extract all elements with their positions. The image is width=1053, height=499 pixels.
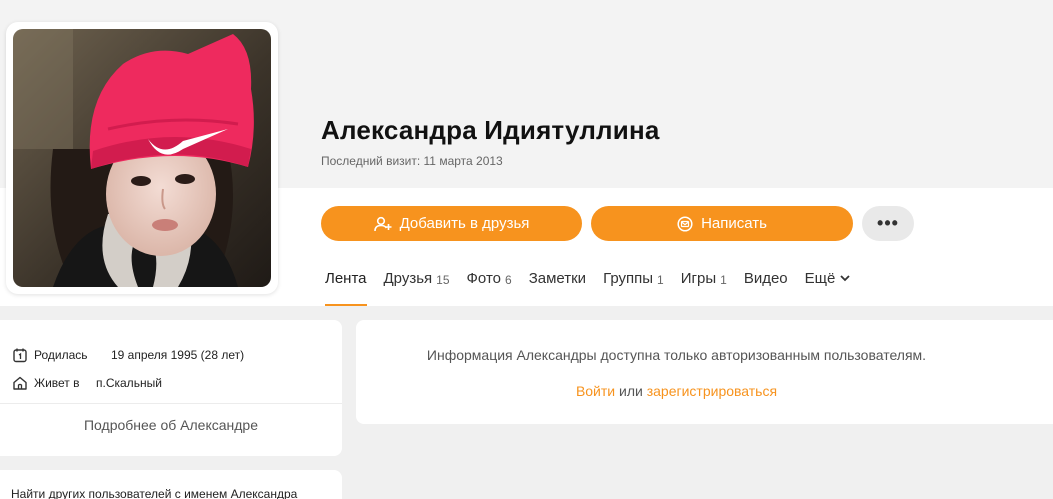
register-link[interactable]: зарегистрироваться bbox=[647, 383, 777, 399]
tab-video[interactable]: Видео bbox=[744, 270, 788, 306]
more-about-link[interactable]: Подробнее об Александре bbox=[0, 417, 342, 433]
tab-games[interactable]: Игры 1 bbox=[681, 270, 727, 306]
tab-count: 1 bbox=[720, 273, 727, 287]
calendar-icon bbox=[13, 348, 27, 363]
location-label: Живет в bbox=[34, 376, 80, 390]
write-message-button[interactable]: Написать bbox=[591, 206, 853, 241]
tab-count: 6 bbox=[505, 273, 512, 287]
add-friend-button[interactable]: Добавить в друзья bbox=[321, 206, 582, 241]
tab-notes[interactable]: Заметки bbox=[529, 270, 586, 306]
last-visit: Последний визит: 11 марта 2013 bbox=[321, 154, 503, 168]
avatar-card bbox=[6, 22, 278, 294]
tab-photos[interactable]: Фото 6 bbox=[467, 270, 512, 306]
home-icon bbox=[13, 376, 27, 390]
chevron-down-icon bbox=[840, 275, 850, 282]
auth-notice-card: Информация Александры доступна только ав… bbox=[356, 320, 1053, 424]
auth-links: Войти или зарегистрироваться bbox=[356, 383, 997, 399]
profile-name: Александра Идиятуллина bbox=[321, 115, 660, 145]
write-message-label: Написать bbox=[701, 215, 767, 232]
tab-count: 15 bbox=[436, 273, 450, 287]
location-row: Живет в п.Скальный bbox=[12, 375, 162, 391]
birth-label: Родилась bbox=[34, 348, 88, 362]
divider bbox=[0, 403, 342, 404]
location-value: п.Скальный bbox=[96, 376, 162, 390]
add-user-icon bbox=[373, 216, 392, 231]
tab-count: 1 bbox=[657, 273, 664, 287]
avatar[interactable] bbox=[13, 29, 271, 287]
tab-friends[interactable]: Друзья 15 bbox=[384, 270, 450, 306]
or-text: или bbox=[615, 383, 647, 399]
find-others-card: Найти других пользователей с именем Алек… bbox=[0, 470, 342, 499]
birth-date-row: Родилась 19 апреля 1995 (28 лет) bbox=[12, 347, 244, 363]
add-friend-label: Добавить в друзья bbox=[399, 215, 530, 232]
find-others-link[interactable]: Найти других пользователей с именем Алек… bbox=[11, 487, 297, 499]
more-actions-button[interactable]: ••• bbox=[862, 206, 914, 241]
profile-tabs: Лента Друзья 15 Фото 6 Заметки Группы 1 … bbox=[325, 270, 851, 306]
tab-more[interactable]: Ещё bbox=[805, 270, 852, 306]
envelope-icon bbox=[677, 215, 693, 232]
tab-feed[interactable]: Лента bbox=[325, 270, 367, 306]
auth-notice-text: Информация Александры доступна только ав… bbox=[426, 347, 927, 363]
profile-info-card: Родилась 19 апреля 1995 (28 лет) Живет в… bbox=[0, 320, 342, 456]
login-link[interactable]: Войти bbox=[576, 383, 615, 399]
birth-value: 19 апреля 1995 (28 лет) bbox=[111, 348, 245, 362]
tab-groups[interactable]: Группы 1 bbox=[603, 270, 664, 306]
